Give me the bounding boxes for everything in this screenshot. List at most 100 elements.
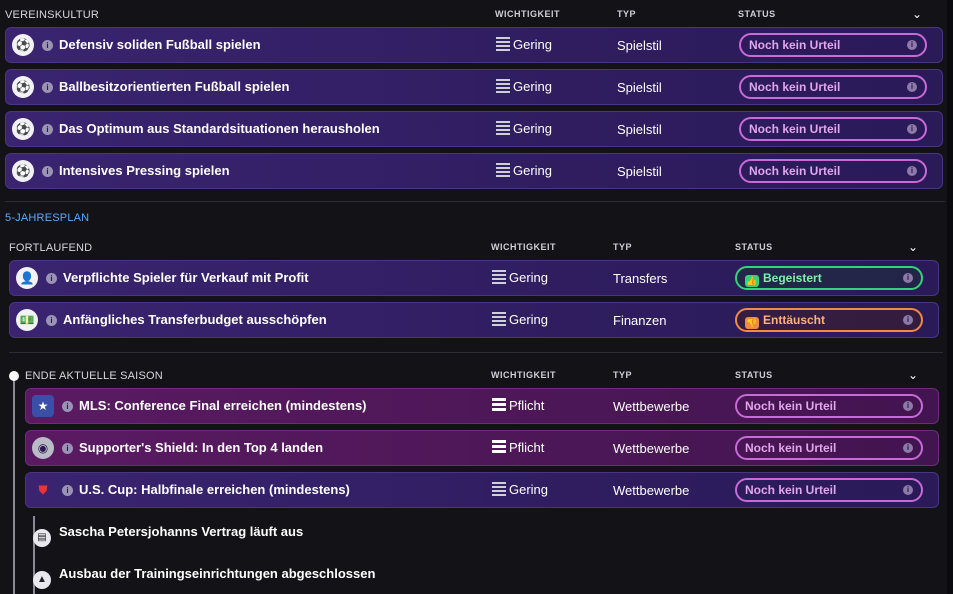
importance-bars-icon [496,121,510,135]
objective-type: Transfers [613,271,668,286]
importance-label: Gering [513,79,553,94]
status-label: Enttäuscht [763,313,826,327]
importance-label: Gering [509,270,549,285]
objective-type: Spielstil [617,122,662,137]
objective-row[interactable]: ⚽ i Ballbesitzorientierten Fußball spiel… [5,69,943,105]
timeline-dot [9,371,19,381]
status-badge[interactable]: Noch kein Urteil i [739,33,927,57]
objective-name: Verpflichte Spieler für Verkauf mit Prof… [63,270,309,285]
ball-icon: ⚽ [12,76,34,98]
status-badge[interactable]: Noch kein Urteil i [739,117,927,141]
importance: Gering [492,312,548,327]
objective-type: Wettbewerbe [613,483,690,498]
col-type[interactable]: TYP [613,370,632,380]
chevron-down-icon[interactable]: ⌄ [908,368,918,382]
status-badge[interactable]: Noch kein Urteil i [735,436,923,460]
info-icon[interactable]: i [42,166,53,177]
col-importance[interactable]: WICHTIGKEIT [491,242,556,252]
status-badge[interactable]: Noch kein Urteil i [739,75,927,99]
col-type[interactable]: TYP [613,242,632,252]
ball-icon: ⚽ [12,34,34,56]
ball-icon: ⚽ [12,160,34,182]
timeline-event[interactable]: ▲ Ausbau der Trainingseinrichtungen abges… [33,566,375,589]
info-icon[interactable]: i [907,40,917,50]
info-icon[interactable]: i [42,82,53,93]
info-icon[interactable]: i [42,40,53,51]
status-badge[interactable]: Noch kein Urteil i [735,478,923,502]
objective-row[interactable]: ◉ i Supporter's Shield: In den Top 4 lan… [25,430,939,466]
event-label: Ausbau der Trainingseinrichtungen abgesc… [59,566,376,581]
importance-label: Pflicht [509,440,545,455]
col-importance[interactable]: WICHTIGKEIT [495,9,560,19]
objective-type: Finanzen [613,313,667,328]
info-icon[interactable]: i [46,273,57,284]
importance-label: Gering [513,121,553,136]
objective-row[interactable]: ★ i MLS: Conference Final erreichen (min… [25,388,939,424]
objective-row[interactable]: ⛊ i U.S. Cup: Halbfinale erreichen (mind… [25,472,939,508]
objective-name: Das Optimum aus Standardsituationen hera… [59,121,380,136]
shield-trophy-icon: ◉ [32,437,54,459]
scrollbar[interactable] [947,0,953,594]
objective-name: U.S. Cup: Halbfinale erreichen (mindeste… [79,482,350,497]
objective-name: Ballbesitzorientierten Fußball spielen [59,79,290,94]
objective-name: MLS: Conference Final erreichen (mindest… [79,398,367,413]
objective-row[interactable]: 💵 i Anfängliches Transferbudget ausschöp… [9,302,939,338]
us-cup-logo-icon: ⛊ [38,483,48,497]
info-icon[interactable]: i [62,485,73,496]
importance: Gering [496,163,552,178]
objective-row[interactable]: ⚽ i Defensiv soliden Fußball spielen Ger… [5,27,943,63]
info-icon[interactable]: i [903,273,913,283]
mls-logo-icon: ★ [32,395,54,417]
event-label: Sascha Petersjohanns Vertrag läuft aus [59,524,304,539]
importance-label: Gering [509,482,549,497]
status-badge[interactable]: Noch kein Urteil i [735,394,923,418]
timeline-event[interactable]: ▤ Sascha Petersjohanns Vertrag läuft aus [33,524,303,547]
importance: Pflicht [492,440,544,455]
info-icon[interactable]: i [62,401,73,412]
importance-bars-icon [492,440,506,454]
col-importance[interactable]: WICHTIGKEIT [491,370,556,380]
section-title: ENDE AKTUELLE SAISON [25,370,163,382]
col-status[interactable]: STATUS [738,9,776,19]
info-icon[interactable]: i [42,124,53,135]
importance-bars-icon [492,482,506,496]
importance: Gering [496,79,552,94]
info-icon[interactable]: i [62,443,73,454]
thumbs-down-icon: 👎 [745,317,759,329]
objective-row[interactable]: 👤 i Verpflichte Spieler für Verkauf mit … [9,260,939,296]
person-icon: 👤 [16,267,38,289]
info-icon[interactable]: i [903,315,913,325]
importance-bars-icon [496,163,510,177]
section-divider [5,201,945,202]
importance: Gering [496,37,552,52]
col-status[interactable]: STATUS [735,370,773,380]
importance-bars-icon [492,270,506,284]
objective-type: Spielstil [617,38,662,53]
info-icon[interactable]: i [903,443,913,453]
col-type[interactable]: TYP [617,9,636,19]
info-icon[interactable]: i [907,124,917,134]
info-icon[interactable]: i [907,82,917,92]
status-label: Noch kein Urteil [745,483,837,497]
five-year-plan-title: 5-JAHRESPLAN [5,212,90,224]
info-icon[interactable]: i [46,315,57,326]
objective-row[interactable]: ⚽ i Das Optimum aus Standardsituationen … [5,111,943,147]
season-end-header: ENDE AKTUELLE SAISON WICHTIGKEIT TYP STA… [25,368,940,386]
objective-row[interactable]: ⚽ i Intensives Pressing spielen Gering S… [5,153,943,189]
info-icon[interactable]: i [907,166,917,176]
chevron-down-icon[interactable]: ⌄ [912,7,922,21]
col-status[interactable]: STATUS [735,242,773,252]
importance-label: Pflicht [509,398,545,413]
section-divider [9,352,943,353]
status-label: Noch kein Urteil [749,38,841,52]
importance-bars-icon [492,312,506,326]
info-icon[interactable]: i [903,401,913,411]
status-badge[interactable]: 👎 Enttäuscht i [735,308,923,332]
status-badge[interactable]: 👍 Begeistert i [735,266,923,290]
chevron-down-icon[interactable]: ⌄ [908,240,918,254]
status-label: Noch kein Urteil [749,164,841,178]
info-icon[interactable]: i [903,485,913,495]
status-badge[interactable]: Noch kein Urteil i [739,159,927,183]
status-label: Noch kein Urteil [745,441,837,455]
contract-icon: ▤ [33,529,51,547]
